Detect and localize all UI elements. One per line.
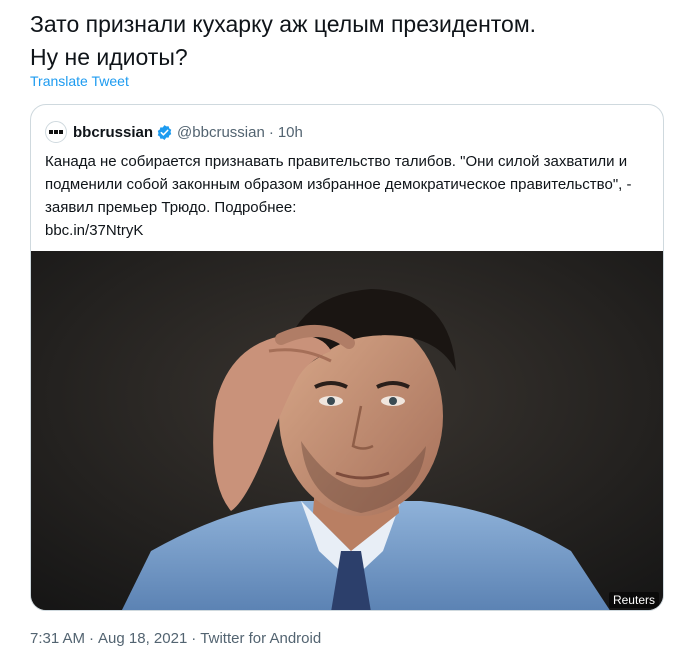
quoted-handle[interactable]: @bbcrussian: [177, 124, 265, 141]
quoted-timestamp[interactable]: 10h: [278, 124, 303, 141]
quoted-tweet-body: Канада не собирается признавать правител…: [45, 150, 645, 242]
portrait-photo: [31, 251, 663, 610]
bbc-news-logo-icon[interactable]: [45, 121, 67, 143]
meta-separator: ·: [191, 630, 197, 647]
quoted-display-name[interactable]: bbcrussian: [73, 124, 153, 141]
tweet-meta: 7:31 AM · Aug 18, 2021 · Twitter for Android: [30, 630, 321, 647]
tweet-time[interactable]: 7:31 AM: [30, 630, 85, 647]
tweet-date[interactable]: Aug 18, 2021: [98, 630, 187, 647]
quoted-tweet-card[interactable]: bbcrussian @bbcrussian · 10h Канада не с…: [30, 104, 664, 611]
quoted-body-text: Канада не собирается признавать правител…: [45, 153, 632, 216]
meta-separator: ·: [89, 630, 95, 647]
quoted-tweet-header: bbcrussian @bbcrussian · 10h: [45, 121, 303, 143]
tweet-text: Зато признали кухарку аж целым президент…: [30, 8, 680, 74]
translate-tweet-link[interactable]: Translate Tweet: [30, 73, 129, 89]
quoted-link[interactable]: bbc.in/37NtryK: [45, 219, 645, 242]
tweet-source[interactable]: Twitter for Android: [200, 630, 321, 647]
tweet-text-line1: Зато признали кухарку аж целым президент…: [30, 11, 537, 37]
bbc-blocks: [49, 130, 63, 134]
image-credit: Reuters: [608, 592, 659, 608]
tweet-text-line2: Ну не идиоты?: [30, 44, 188, 70]
quoted-tweet-image[interactable]: Reuters: [31, 251, 663, 610]
quoted-separator: ·: [268, 123, 274, 141]
verified-badge-icon: [156, 124, 173, 141]
